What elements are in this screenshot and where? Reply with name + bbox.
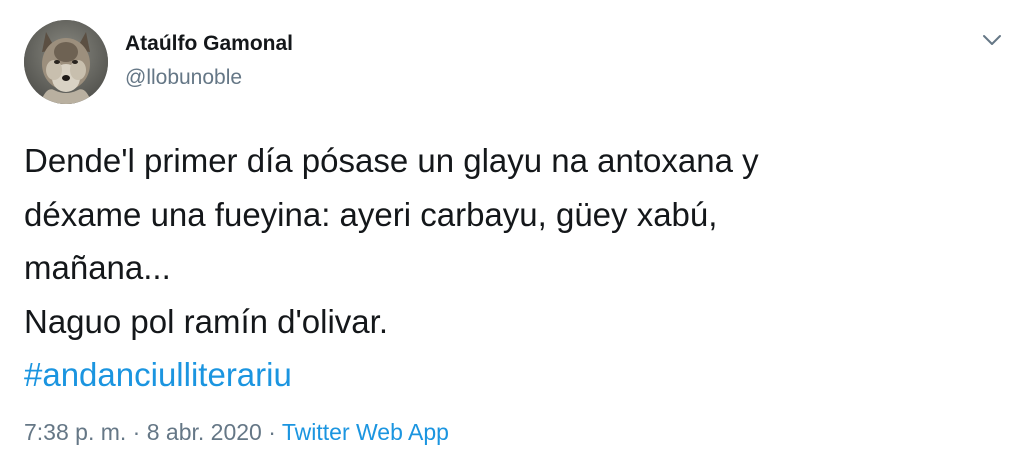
meta-separator: · (261, 419, 282, 445)
meta-separator: · (126, 419, 147, 445)
tweet-menu-button[interactable] (978, 28, 1006, 52)
tweet-text-line: mañana... (24, 249, 171, 286)
author-name[interactable]: Ataúlfo Gamonal (125, 32, 293, 56)
hashtag-link[interactable]: #andanciulliterariu (24, 356, 292, 393)
tweet-time[interactable]: 7:38 p. m. (24, 419, 126, 445)
tweet-date[interactable]: 8 abr. 2020 (147, 419, 262, 445)
author-avatar[interactable] (24, 20, 108, 104)
author-handle[interactable]: @llobunoble (125, 66, 242, 90)
chevron-down-icon (983, 35, 1001, 45)
tweet-metadata: 7:38 p. m. · 8 abr. 2020 · Twitter Web A… (24, 419, 449, 446)
tweet-source-link[interactable]: Twitter Web App (282, 419, 449, 445)
tweet-text-line: Dende'l primer día pósase un glayu na an… (24, 142, 759, 179)
tweet-text-line: Naguo pol ramín d'olivar. (24, 302, 388, 340)
wolf-avatar-icon (24, 20, 108, 104)
tweet-text-line: déxame una fueyina: ayeri carbayu, güey … (24, 195, 718, 233)
tweet-text: Dende'l primer día pósase un glayu na an… (24, 134, 994, 402)
tweet-card: Ataúlfo Gamonal @llobunoble Dende'l prim… (0, 0, 1024, 471)
